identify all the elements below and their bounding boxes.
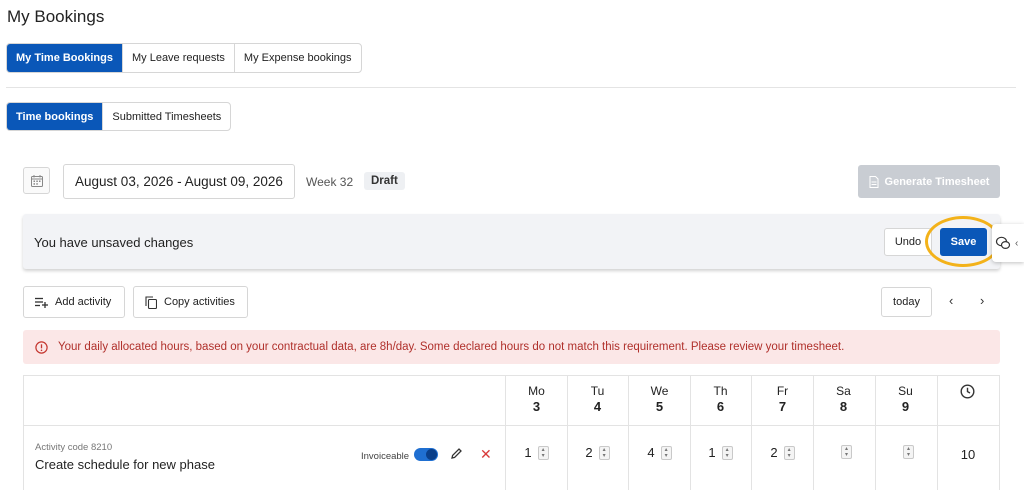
day-header-thursday: Th 6 <box>713 384 728 414</box>
today-button[interactable]: today <box>881 287 932 317</box>
undo-button[interactable]: Undo <box>884 228 932 256</box>
copy-activities-label: Copy activities <box>164 296 235 308</box>
copy-icon <box>145 295 157 309</box>
delete-x-icon[interactable]: ✕ <box>480 446 492 463</box>
hours-warning-alert: Your daily allocated hours, based on you… <box>23 330 1000 364</box>
day-header-monday: Mo 3 <box>528 384 545 414</box>
tab-time-bookings[interactable]: Time bookings <box>7 103 104 130</box>
calendar-icon <box>30 174 43 187</box>
hours-cell-saturday[interactable]: ▴ ▾ <box>813 445 874 459</box>
alert-circle-icon <box>35 340 48 354</box>
hours-cell-monday[interactable]: 1 ▴ ▾ <box>506 445 567 460</box>
hours-cell-thursday[interactable]: 1 ▴ ▾ <box>690 445 751 460</box>
day-header-wednesday: We 5 <box>650 384 669 414</box>
week-label: Week 32 <box>306 175 354 189</box>
document-icon <box>869 175 879 188</box>
hours-cell-tuesday[interactable]: 2 ▴ ▾ <box>567 445 628 460</box>
status-badge: Draft <box>364 172 405 190</box>
invoiceable-toggle[interactable] <box>414 448 438 461</box>
section-divider <box>6 87 1016 88</box>
hours-stepper-icon[interactable]: ▴ ▾ <box>660 445 672 460</box>
activity-total-hours: 10 <box>960 447 976 462</box>
date-range-field[interactable]: August 03, 2026 - August 09, 2026 <box>63 164 295 199</box>
page-title: My Bookings <box>7 7 105 26</box>
add-activity-label: Add activity <box>55 296 112 308</box>
unsaved-changes-message: You have unsaved changes <box>34 235 194 250</box>
chat-bubbles-icon <box>995 236 1011 250</box>
tab-my-time-bookings[interactable]: My Time Bookings <box>7 44 123 72</box>
previous-week-arrow-icon[interactable]: ‹ <box>949 293 953 308</box>
primary-tabs: My Time Bookings My Leave requests My Ex… <box>6 43 362 73</box>
next-week-arrow-icon[interactable]: › <box>980 293 984 308</box>
grid-header-separator <box>23 425 1000 426</box>
day-header-saturday: Sa 8 <box>836 384 851 414</box>
activity-code: Activity code 8210 <box>35 442 113 453</box>
calendar-button[interactable] <box>23 167 50 194</box>
hours-stepper-icon[interactable]: ▴ ▾ <box>903 445 914 459</box>
hours-stepper-icon[interactable]: ▴ ▾ <box>841 445 852 459</box>
chevron-left-icon: ‹ <box>1015 237 1019 249</box>
activity-name: Create schedule for new phase <box>35 457 215 472</box>
hours-cell-sunday[interactable]: ▴ ▾ <box>875 445 936 459</box>
hours-cell-friday[interactable]: 2 ▴ ▾ <box>752 445 813 460</box>
clock-icon <box>960 384 975 404</box>
hours-cell-wednesday[interactable]: 4 ▴ ▾ <box>629 445 690 460</box>
add-activity-button[interactable]: Add activity <box>23 286 125 318</box>
save-button[interactable]: Save <box>940 228 987 256</box>
tab-my-leave-requests[interactable]: My Leave requests <box>123 44 235 72</box>
playlist-add-icon <box>35 297 48 308</box>
hours-stepper-icon[interactable]: ▴ ▾ <box>721 445 733 460</box>
tab-submitted-timesheets[interactable]: Submitted Timesheets <box>103 103 230 130</box>
day-header-tuesday: Tu 4 <box>590 384 605 414</box>
hours-warning-message: Your daily allocated hours, based on you… <box>58 341 845 353</box>
secondary-tabs: Time bookings Submitted Timesheets <box>6 102 232 131</box>
tab-my-expense-bookings[interactable]: My Expense bookings <box>235 44 361 72</box>
copy-activities-button[interactable]: Copy activities <box>133 286 248 318</box>
generate-timesheet-label: Generate Timesheet <box>884 175 990 188</box>
hours-stepper-icon[interactable]: ▴ ▾ <box>537 445 549 460</box>
hours-stepper-icon[interactable]: ▴ ▾ <box>598 445 610 460</box>
grid-column-divider <box>937 375 938 490</box>
day-header-friday: Fr 7 <box>776 384 789 414</box>
generate-timesheet-button[interactable]: Generate Timesheet <box>858 165 1000 198</box>
chat-side-tab[interactable]: ‹ <box>992 224 1024 262</box>
edit-pencil-icon[interactable] <box>450 447 463 465</box>
invoiceable-label: Invoiceable <box>361 451 410 462</box>
day-header-sunday: Su 9 <box>898 384 913 414</box>
hours-stepper-icon[interactable]: ▴ ▾ <box>783 445 795 460</box>
